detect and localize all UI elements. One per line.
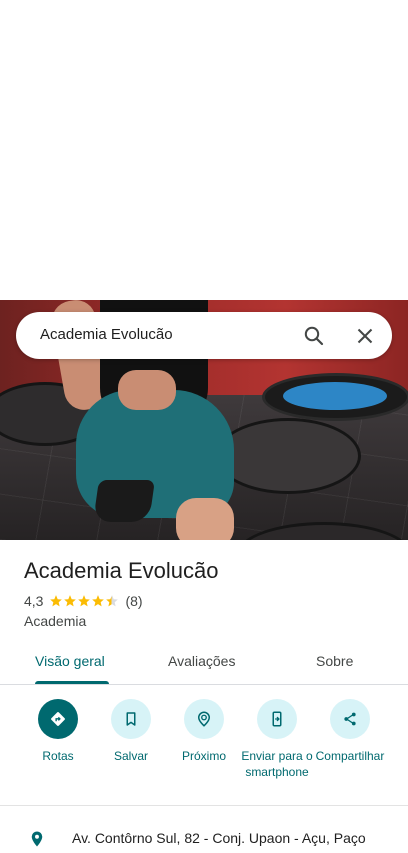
photo-person-hand — [118, 370, 176, 410]
action-buttons: Rotas Salvar Próximo Enviar para o smart… — [0, 699, 408, 799]
star-half-icon — [106, 595, 119, 607]
photo-trampoline-mat — [283, 382, 387, 410]
close-icon[interactable] — [353, 324, 377, 348]
search-icon[interactable] — [302, 324, 326, 348]
save-label: Salvar — [113, 749, 148, 763]
photo-trampoline — [262, 373, 408, 421]
tab-bar: Visão geral Avaliações Sobre — [0, 640, 408, 685]
directions-icon — [38, 699, 78, 739]
place-title: Academia Evolucão — [24, 558, 219, 583]
search-input[interactable]: Academia Evolucão — [40, 326, 173, 343]
address-text: Av. Contôrno Sul, 82 - Conj. Upaon - Açu… — [72, 830, 366, 846]
star-icon — [78, 595, 91, 607]
send-to-phone-button[interactable]: Enviar para o smartphone — [237, 699, 317, 780]
location-pin-icon — [28, 830, 46, 848]
photo-person-knee — [176, 498, 234, 540]
review-count: (8) — [125, 593, 143, 609]
star-icon — [50, 595, 63, 607]
place-category[interactable]: Academia — [24, 613, 86, 629]
rating-stars — [49, 594, 119, 608]
send-to-phone-label: Enviar para o smartphone — [241, 749, 313, 779]
send-to-phone-icon — [257, 699, 297, 739]
tab-overview[interactable]: Visão geral — [35, 653, 105, 669]
rating-row[interactable]: 4,3 (8) — [24, 593, 143, 609]
search-bar[interactable]: Academia Evolucão — [16, 312, 392, 359]
share-icon — [330, 699, 370, 739]
tab-about[interactable]: Sobre — [316, 653, 353, 669]
photo-trampoline — [215, 418, 361, 494]
share-button[interactable]: Compartilhar — [310, 699, 390, 764]
star-icon — [92, 595, 105, 607]
directions-label: Rotas — [42, 749, 74, 763]
directions-button[interactable]: Rotas — [18, 699, 98, 764]
address-row[interactable]: Av. Contôrno Sul, 82 - Conj. Upaon - Açu… — [0, 826, 408, 848]
save-button[interactable]: Salvar — [91, 699, 171, 764]
section-divider — [0, 805, 408, 806]
nearby-icon — [184, 699, 224, 739]
star-icon — [64, 595, 77, 607]
rating-value: 4,3 — [24, 593, 44, 609]
tab-active-indicator — [35, 681, 109, 684]
blank-map-area — [0, 0, 408, 300]
bookmark-icon — [111, 699, 151, 739]
share-label: Compartilhar — [315, 749, 385, 763]
nearby-label: Próximo — [181, 749, 226, 763]
tab-reviews[interactable]: Avaliações — [168, 653, 235, 669]
nearby-button[interactable]: Próximo — [164, 699, 244, 764]
